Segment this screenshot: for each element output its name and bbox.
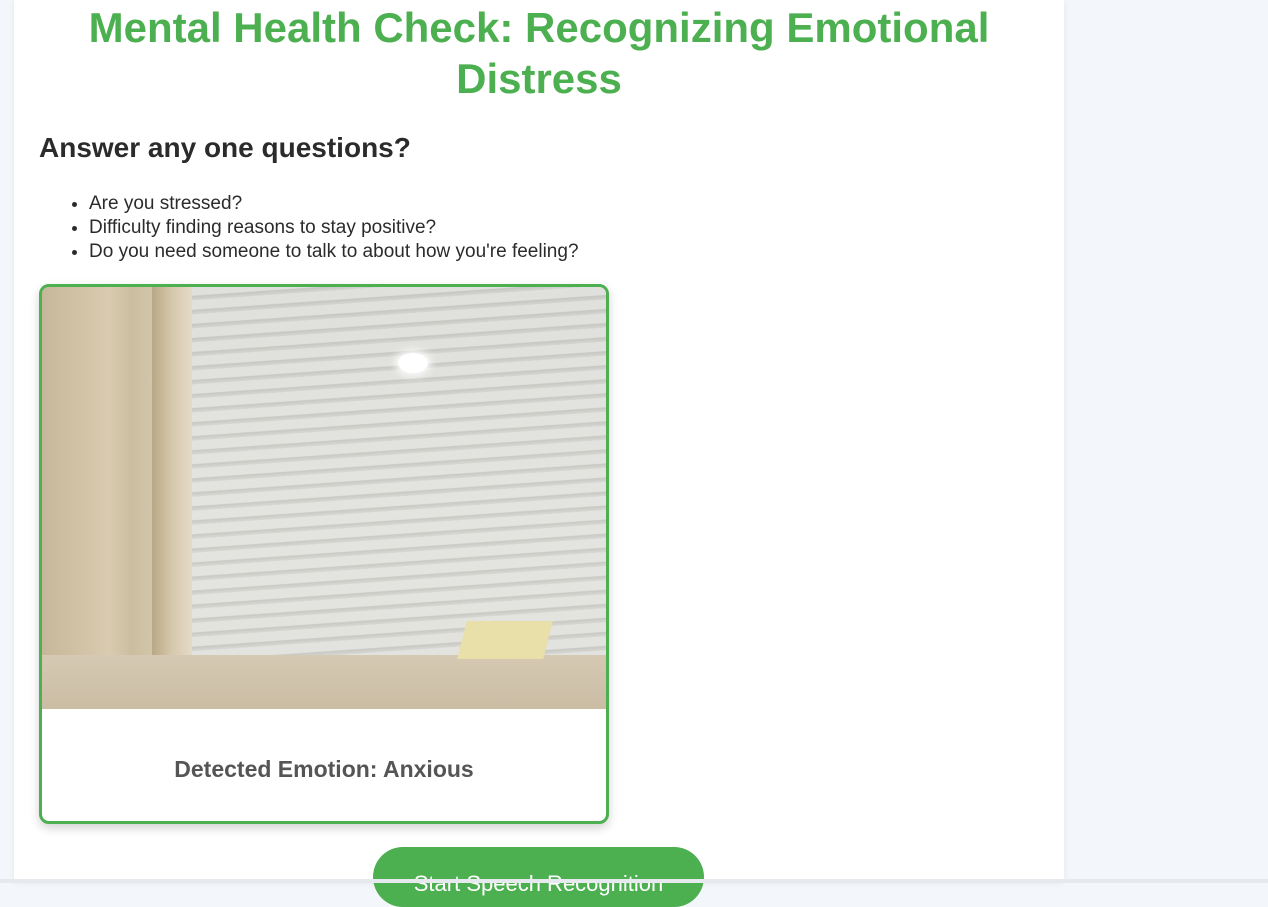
question-item: Are you stressed? (89, 192, 579, 216)
video-sticky-note (457, 621, 553, 659)
question-list: Are you stressed? Difficulty finding rea… (44, 192, 579, 264)
page-title: Mental Health Check: Recognizing Emotion… (88, 4, 990, 102)
video-background-frame-edge (152, 287, 192, 657)
question-item: Do you need someone to talk to about how… (89, 240, 579, 264)
camera-panel: Detected Emotion: Anxious (39, 284, 609, 824)
questions-heading: Answer any one questions? (39, 132, 411, 163)
video-ceiling-light (398, 353, 428, 373)
detected-emotion-label: Detected Emotion: Anxious (174, 756, 474, 782)
webcam-video-feed (42, 287, 606, 709)
page: Mental Health Check: Recognizing Emotion… (0, 0, 1268, 907)
video-background-blinds (182, 287, 606, 657)
start-speech-recognition-button[interactable]: Start Speech Recognition (373, 847, 704, 907)
left-gutter (0, 0, 14, 883)
page-background-right (1064, 0, 1268, 879)
question-item: Difficulty finding reasons to stay posit… (89, 216, 579, 240)
main-card: Mental Health Check: Recognizing Emotion… (14, 0, 1064, 907)
video-background-desk (42, 655, 606, 709)
bottom-scrollbar-track (0, 879, 1268, 883)
